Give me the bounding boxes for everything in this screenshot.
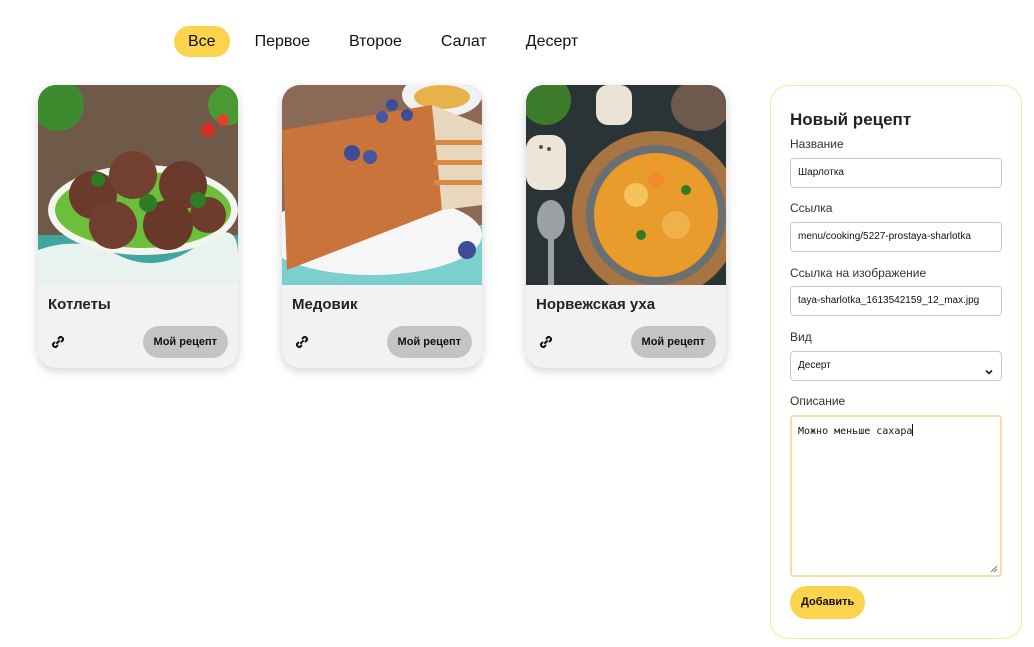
type-select-value: Десерт <box>798 360 831 371</box>
text-caret <box>912 424 914 436</box>
my-recipe-button[interactable]: Мой рецепт <box>386 326 472 358</box>
recipe-card: Норвежская уха Мой рецепт <box>526 85 726 368</box>
image-link-input[interactable]: taya-sharlotka_1613542159_12_max.jpg <box>790 286 1002 316</box>
description-text: Можно меньше сахара <box>798 426 913 437</box>
recipe-title: Норвежская уха <box>536 296 656 313</box>
link-input[interactable]: menu/cooking/5227-prostaya-sharlotka <box>790 222 1002 252</box>
recipe-title: Медовик <box>292 296 358 313</box>
name-label: Название <box>790 137 844 151</box>
type-label: Вид <box>790 330 812 344</box>
form-title: Новый рецепт <box>790 110 912 129</box>
my-recipe-button[interactable]: Мой рецепт <box>630 326 716 358</box>
recipe-image-norwegian-soup <box>526 85 726 285</box>
my-recipe-button[interactable]: Мой рецепт <box>142 326 228 358</box>
link-icon[interactable] <box>50 334 66 350</box>
tab-dessert[interactable]: Десерт <box>512 26 593 57</box>
image-link-label: Ссылка на изображение <box>790 266 927 280</box>
tab-salad[interactable]: Салат <box>427 26 501 57</box>
link-icon[interactable] <box>294 334 310 350</box>
description-label: Описание <box>790 394 846 408</box>
link-icon[interactable] <box>538 334 554 350</box>
recipe-image-cutlets <box>38 85 238 285</box>
name-input[interactable]: Шарлотка <box>790 158 1002 188</box>
recipe-card: Медовик Мой рецепт <box>282 85 482 368</box>
add-button[interactable]: Добавить <box>790 586 866 619</box>
new-recipe-form: Новый рецепт Название Шарлотка Ссылка me… <box>770 85 1022 639</box>
recipe-card: Котлеты Мой рецепт <box>38 85 238 368</box>
type-select[interactable]: Десерт <box>790 351 1002 381</box>
tab-second[interactable]: Второе <box>335 26 416 57</box>
chevron-down-icon <box>984 361 994 375</box>
link-label: Ссылка <box>790 201 833 215</box>
category-tabs: Все Первое Второе Салат Десерт <box>174 26 603 57</box>
recipe-image-honey-cake <box>282 85 482 285</box>
resize-grip-icon[interactable] <box>988 563 998 573</box>
tab-all[interactable]: Все <box>174 26 230 57</box>
tab-first[interactable]: Первое <box>241 26 324 57</box>
description-textarea[interactable]: Можно меньше сахара <box>790 415 1002 577</box>
recipe-title: Котлеты <box>48 296 111 313</box>
